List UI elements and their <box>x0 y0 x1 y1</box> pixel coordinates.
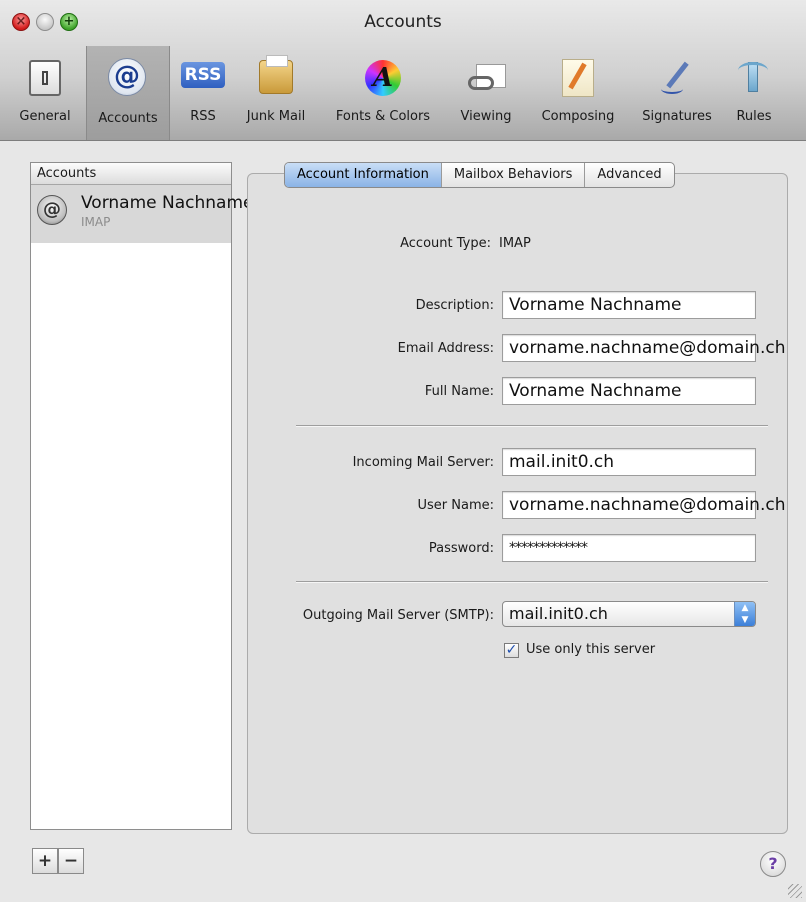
toolbar-label: General <box>19 109 71 124</box>
rules-arrow-icon <box>734 58 774 98</box>
divider <box>296 581 768 583</box>
junk-mail-icon <box>256 55 296 98</box>
help-button[interactable]: ? <box>760 851 786 877</box>
toolbar-label: Signatures <box>642 109 712 124</box>
switch-icon <box>25 58 65 98</box>
full-name-field[interactable]: Vorname Nachname <box>502 377 756 405</box>
outgoing-mail-server-select[interactable]: mail.init0.ch ▲ ▼ <box>502 601 756 627</box>
at-icon: @ <box>108 58 148 98</box>
tab-mailbox-behaviors[interactable]: Mailbox Behaviors <box>440 163 585 187</box>
remove-account-button[interactable]: − <box>58 848 84 874</box>
toolbar-label: Junk Mail <box>246 109 306 124</box>
account-list-item[interactable]: @ Vorname Nachname IMAP <box>31 185 253 243</box>
accounts-preferences-window: × + Accounts General @ Accounts RSS RSS … <box>0 0 806 902</box>
full-name-label: Full Name: <box>424 384 494 399</box>
email-address-field[interactable]: vorname.nachname@domain.ch <box>502 334 785 362</box>
toolbar-rss[interactable]: RSS RSS <box>174 50 232 136</box>
account-type-value: IMAP <box>499 236 531 251</box>
divider <box>296 425 768 427</box>
accounts-list: Accounts @ Vorname Nachname IMAP <box>30 162 253 830</box>
toolbar-label: Viewing <box>460 109 512 124</box>
account-type: IMAP <box>81 215 111 229</box>
outgoing-mail-server-label: Outgoing Mail Server (SMTP): <box>302 608 494 623</box>
toolbar-label: Accounts <box>98 111 158 126</box>
toolbar-signatures[interactable]: Signatures <box>630 50 724 136</box>
password-label: Password: <box>428 541 494 556</box>
account-name: Vorname Nachname <box>81 193 254 213</box>
description-field[interactable]: Vorname Nachname <box>502 291 756 319</box>
chevron-up-down-icon: ▲ ▼ <box>734 602 755 626</box>
tab-advanced[interactable]: Advanced <box>584 163 673 187</box>
toolbar-label: Rules <box>736 109 772 124</box>
tab-account-information[interactable]: Account Information <box>285 163 441 187</box>
use-only-this-server-label: Use only this server <box>526 642 656 657</box>
incoming-mail-server-field[interactable]: mail.init0.ch <box>502 448 756 476</box>
checkmark-icon: ✓ <box>505 642 518 658</box>
toolbar-fonts-colors[interactable]: A Fonts & Colors <box>322 50 444 136</box>
outgoing-mail-server-value: mail.init0.ch <box>509 604 608 623</box>
at-icon: @ <box>37 195 67 225</box>
toolbar-composing[interactable]: Composing <box>528 50 628 136</box>
email-address-label: Email Address: <box>397 341 494 356</box>
fonts-colors-icon: A <box>363 58 403 98</box>
password-field[interactable]: ************* <box>502 534 756 562</box>
composing-pencil-icon <box>558 58 598 98</box>
user-name-field[interactable]: vorname.nachname@domain.ch <box>502 491 785 519</box>
account-type-label: Account Type: <box>400 236 491 251</box>
signature-pen-icon <box>657 58 697 98</box>
description-label: Description: <box>415 298 494 313</box>
settings-tab-bar: Account Information Mailbox Behaviors Ad… <box>284 162 675 188</box>
toolbar-label: Fonts & Colors <box>335 109 431 124</box>
viewing-glasses-icon <box>466 58 506 98</box>
titlebar-toolbar: × + Accounts General @ Accounts RSS RSS … <box>0 0 806 141</box>
incoming-mail-server-label: Incoming Mail Server: <box>352 455 494 470</box>
toolbar-rules[interactable]: Rules <box>726 50 782 136</box>
toolbar-label: RSS <box>190 109 216 124</box>
toolbar-viewing[interactable]: Viewing <box>448 50 524 136</box>
use-only-this-server-checkbox[interactable]: ✓ <box>504 643 519 658</box>
accounts-list-header: Accounts <box>31 163 231 185</box>
rss-icon: RSS <box>181 58 225 98</box>
window-title: Accounts <box>364 12 442 32</box>
toolbar-general[interactable]: General <box>6 50 84 136</box>
toolbar-accounts[interactable]: @ Accounts <box>86 46 170 140</box>
toolbar-label: Composing <box>541 109 615 124</box>
toolbar-junk-mail[interactable]: Junk Mail <box>234 50 318 136</box>
add-account-button[interactable]: + <box>32 848 58 874</box>
resize-grip-icon[interactable] <box>788 884 802 898</box>
user-name-label: User Name: <box>417 498 495 513</box>
